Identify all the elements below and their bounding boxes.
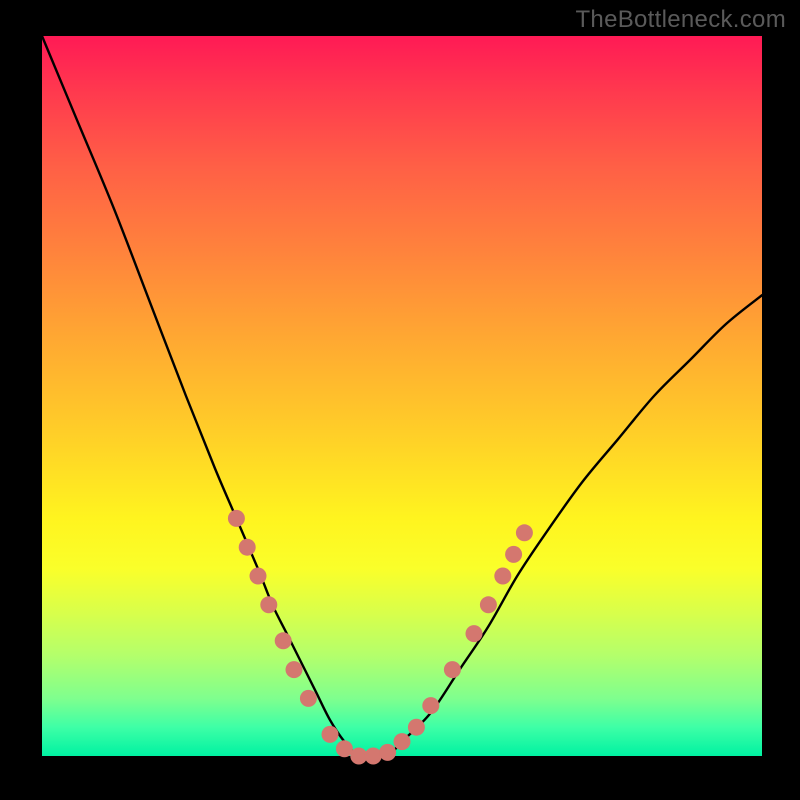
marker-dot bbox=[365, 748, 382, 765]
marker-dot bbox=[394, 733, 411, 750]
marker-dot bbox=[422, 697, 439, 714]
chart-frame: TheBottleneck.com bbox=[0, 0, 800, 800]
marker-dot bbox=[275, 632, 292, 649]
curve-svg bbox=[42, 36, 762, 756]
marker-dot bbox=[322, 726, 339, 743]
marker-dot bbox=[408, 719, 425, 736]
marker-dot bbox=[286, 661, 303, 678]
marker-dot bbox=[250, 568, 267, 585]
marker-dot bbox=[239, 539, 256, 556]
marker-dot bbox=[379, 744, 396, 761]
marker-dot bbox=[466, 625, 483, 642]
plot-area bbox=[42, 36, 762, 756]
marker-dot bbox=[260, 596, 277, 613]
marker-dot bbox=[336, 740, 353, 757]
marker-dot bbox=[494, 568, 511, 585]
marker-dot bbox=[444, 661, 461, 678]
marker-dot bbox=[480, 596, 497, 613]
marker-dot bbox=[300, 690, 317, 707]
marker-dot bbox=[516, 524, 533, 541]
marker-dot bbox=[228, 510, 245, 527]
watermark-text: TheBottleneck.com bbox=[575, 6, 786, 34]
highlight-dots bbox=[228, 510, 533, 765]
marker-dot bbox=[505, 546, 522, 563]
bottleneck-curve bbox=[42, 36, 762, 757]
